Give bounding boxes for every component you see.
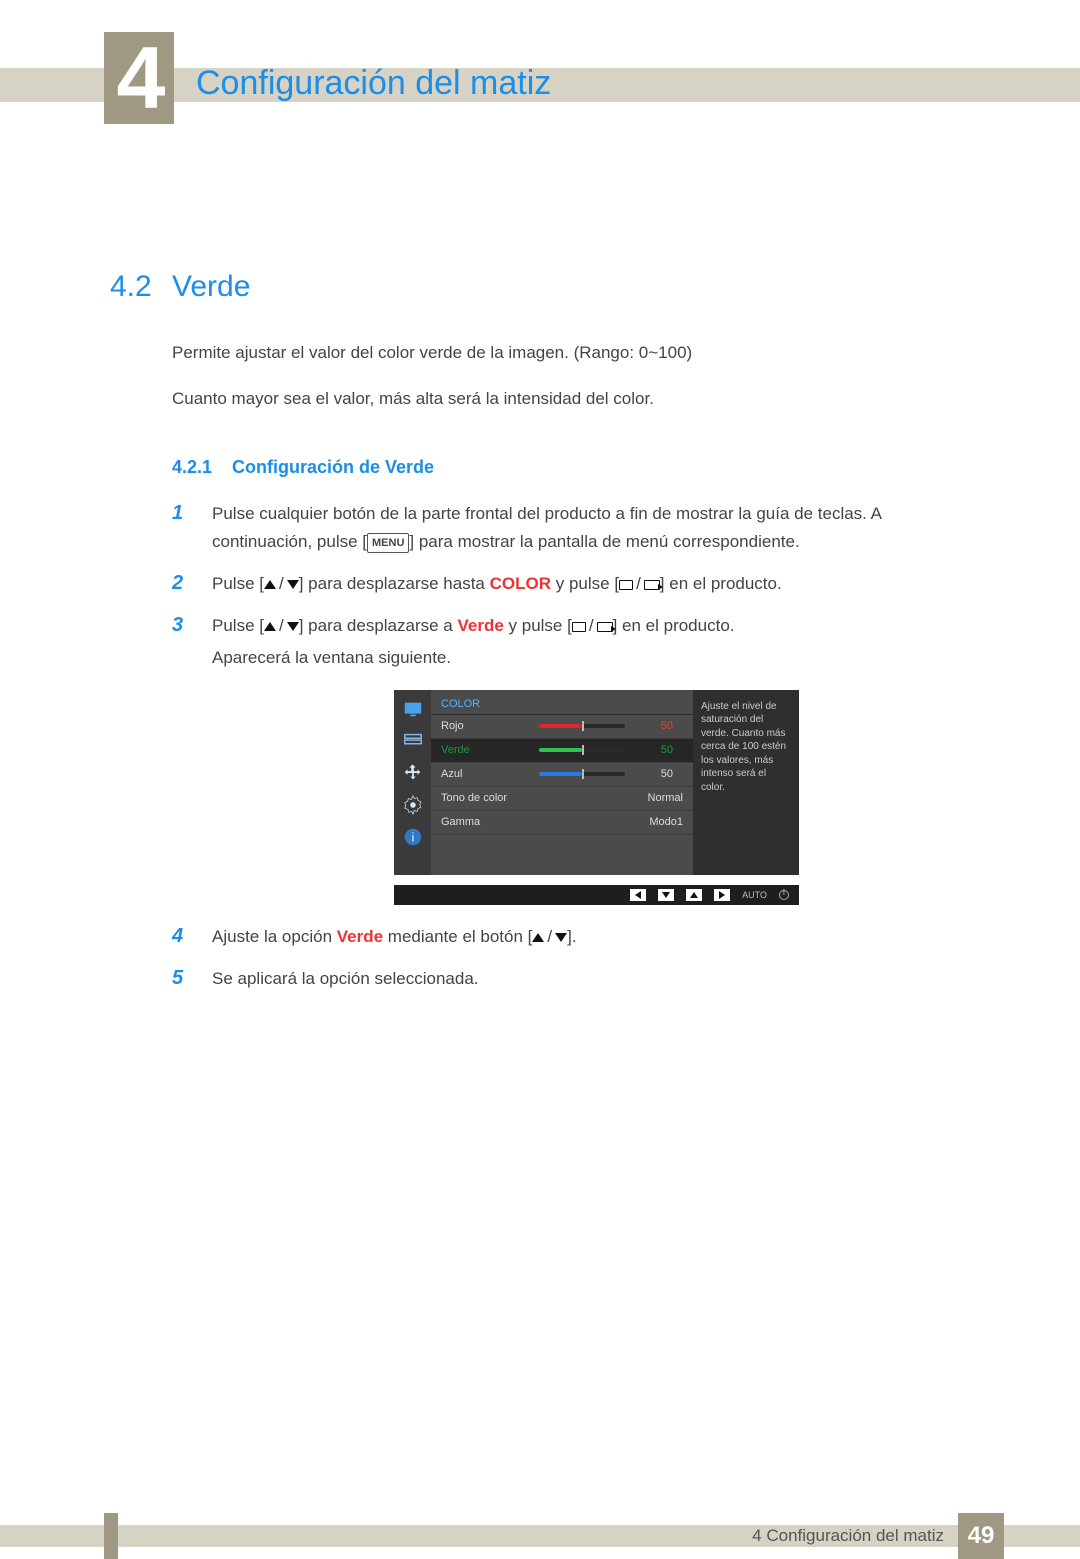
- osd-row-tono: Tono de color Normal: [431, 787, 693, 811]
- green-slider: [539, 748, 625, 752]
- footer-accent-bar: [104, 1513, 118, 1559]
- settings-tab-icon: [402, 796, 424, 814]
- step-number: 2: [172, 570, 212, 598]
- footer-page-box: 49: [958, 1513, 1004, 1559]
- up-arrow-icon: [532, 933, 544, 942]
- osd-row-gamma: Gamma Modo1: [431, 811, 693, 835]
- section-number: 4.2: [110, 270, 172, 304]
- subsection-number: 4.2.1: [172, 457, 232, 478]
- section-paragraph-1: Permite ajustar el valor del color verde…: [172, 340, 970, 366]
- section-heading: 4.2 Verde: [110, 270, 970, 304]
- section-paragraph-2: Cuanto mayor sea el valor, más alta será…: [172, 386, 970, 412]
- enter-icon: [572, 622, 586, 632]
- nav-auto-label: AUTO: [742, 890, 767, 900]
- subsection-title: Configuración de Verde: [232, 457, 434, 478]
- up-arrow-icon: [264, 580, 276, 589]
- osd-panel: COLOR Rojo 50 Verde 50 Azul 50: [431, 690, 693, 875]
- chapter-header: 4 Configuración del matiz: [0, 32, 1080, 132]
- down-arrow-icon: [287, 622, 299, 631]
- step-4: 4 Ajuste la opción Verde mediante el bot…: [172, 923, 970, 951]
- nav-up-icon: [686, 889, 702, 901]
- chapter-title: Configuración del matiz: [196, 64, 551, 103]
- keyword-verde: Verde: [337, 927, 383, 946]
- step-number: 5: [172, 965, 212, 993]
- source-icon: [597, 622, 613, 632]
- step-5: 5 Se aplicará la opción seleccionada.: [172, 965, 970, 993]
- svg-text:i: i: [411, 830, 414, 844]
- nav-right-icon: [714, 889, 730, 901]
- menu-key-icon: MENU: [367, 533, 409, 553]
- color-tab-icon: [402, 732, 424, 750]
- chapter-number-box: 4: [104, 32, 174, 124]
- step-2: 2 Pulse [/] para desplazarse hasta COLOR…: [172, 570, 970, 598]
- nav-left-icon: [630, 889, 646, 901]
- subsection-heading: 4.2.1 Configuración de Verde: [172, 457, 970, 478]
- step-text: Pulse cualquier botón de la parte fronta…: [212, 500, 970, 556]
- picture-tab-icon: [402, 700, 424, 718]
- osd-row-rojo: Rojo 50: [431, 715, 693, 739]
- steps-list: 1 Pulse cualquier botón de la parte fron…: [172, 500, 970, 993]
- chapter-number: 4: [117, 34, 162, 122]
- osd-title: COLOR: [431, 690, 693, 715]
- info-tab-icon: i: [402, 828, 424, 846]
- red-slider: [539, 724, 625, 728]
- step-text: Ajuste la opción Verde mediante el botón…: [212, 923, 970, 951]
- keyword-color: COLOR: [490, 574, 551, 593]
- step-number: 1: [172, 500, 212, 556]
- osd-help-text: Ajuste el nivel de saturación del verde.…: [693, 690, 799, 875]
- step-number: 4: [172, 923, 212, 951]
- source-icon: [644, 580, 660, 590]
- enter-icon: [619, 580, 633, 590]
- osd-nav-bar: AUTO: [394, 885, 799, 905]
- osd-row-azul: Azul 50: [431, 763, 693, 787]
- keyword-verde: Verde: [457, 616, 503, 635]
- step-1: 1 Pulse cualquier botón de la parte fron…: [172, 500, 970, 556]
- section-title: Verde: [172, 270, 250, 304]
- page-footer: 4 Configuración del matiz 49: [0, 1513, 1080, 1559]
- nav-down-icon: [658, 889, 674, 901]
- step-text: Pulse [/] para desplazarse hasta COLOR y…: [212, 570, 970, 598]
- size-tab-icon: [402, 764, 424, 782]
- step-3-followup: Aparecerá la ventana siguiente.: [212, 648, 970, 668]
- down-arrow-icon: [555, 933, 567, 942]
- footer-chapter-label: 4 Configuración del matiz: [752, 1526, 944, 1546]
- osd-sidebar: i: [394, 690, 431, 875]
- step-text: Pulse [/] para desplazarse a Verde y pul…: [212, 612, 970, 640]
- power-icon: [779, 890, 789, 900]
- page-number: 49: [968, 1522, 995, 1550]
- osd-figure: i COLOR Rojo 50 Verde 50 Azul: [394, 690, 970, 875]
- step-text: Se aplicará la opción seleccionada.: [212, 965, 970, 993]
- step-number: 3: [172, 612, 212, 640]
- osd-row-verde: Verde 50: [431, 739, 693, 763]
- blue-slider: [539, 772, 625, 776]
- step-3: 3 Pulse [/] para desplazarse a Verde y p…: [172, 612, 970, 640]
- down-arrow-icon: [287, 580, 299, 589]
- up-arrow-icon: [264, 622, 276, 631]
